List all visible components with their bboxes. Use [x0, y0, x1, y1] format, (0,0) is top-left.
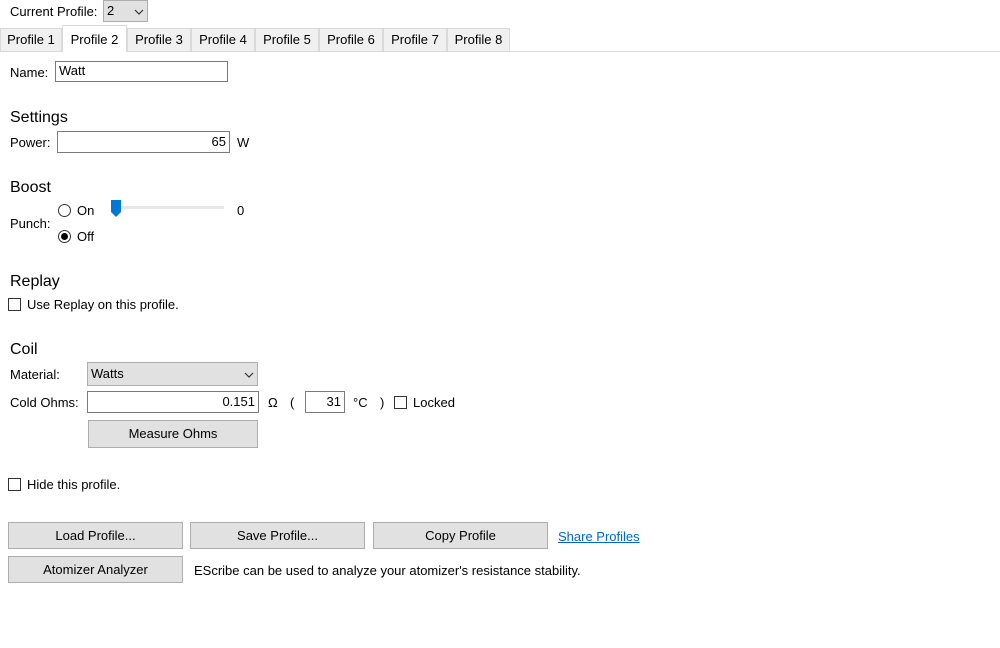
tab-profile-5[interactable]: Profile 5	[255, 28, 319, 51]
chevron-down-icon	[244, 370, 254, 380]
power-input[interactable]: 65	[57, 131, 230, 153]
power-unit: W	[237, 135, 250, 150]
ohm-symbol: Ω	[268, 395, 278, 410]
punch-off-radio[interactable]	[58, 230, 71, 243]
analyzer-note: EScribe can be used to analyze your atom…	[194, 563, 581, 578]
name-label: Name:	[10, 65, 49, 80]
save-profile-button[interactable]: Save Profile...	[190, 522, 365, 549]
punch-on-radio[interactable]	[58, 204, 71, 217]
current-profile-label: Current Profile:	[10, 4, 98, 19]
hide-profile-label: Hide this profile.	[27, 477, 121, 492]
current-profile-select[interactable]: 2	[103, 0, 148, 22]
punch-slider-thumb[interactable]	[111, 200, 121, 217]
locked-checkbox[interactable]	[394, 396, 407, 409]
temperature-unit: °C	[353, 395, 368, 410]
power-label: Power:	[10, 135, 51, 150]
material-label: Material:	[10, 367, 60, 382]
punch-slider-track[interactable]	[112, 206, 224, 209]
material-value: Watts	[91, 366, 124, 381]
close-paren: )	[380, 395, 385, 410]
tab-profile-4[interactable]: Profile 4	[191, 28, 255, 51]
tab-strip-border	[0, 51, 1000, 52]
punch-label: Punch:	[10, 216, 51, 231]
share-profiles-link[interactable]: Share Profiles	[558, 529, 640, 545]
hide-profile-checkbox[interactable]	[8, 478, 21, 491]
settings-heading: Settings	[10, 109, 68, 126]
coil-heading: Coil	[10, 341, 38, 358]
open-paren: (	[290, 395, 295, 410]
cold-ohms-input[interactable]: 0.151	[87, 391, 259, 413]
tab-profile-7[interactable]: Profile 7	[383, 28, 447, 51]
material-dropdown[interactable]: Watts	[87, 362, 258, 386]
name-input[interactable]: Watt	[55, 61, 228, 82]
tab-profile-8[interactable]: Profile 8	[447, 28, 510, 51]
punch-on-label: On	[77, 203, 95, 218]
tab-profile-1[interactable]: Profile 1	[0, 28, 62, 51]
temperature-input[interactable]: 31	[305, 391, 345, 413]
replay-heading: Replay	[10, 273, 60, 290]
cold-ohms-label: Cold Ohms:	[10, 395, 79, 410]
atomizer-analyzer-button[interactable]: Atomizer Analyzer	[8, 556, 183, 583]
tab-profile-2[interactable]: Profile 2	[62, 25, 127, 52]
radio-selected-dot	[61, 233, 68, 240]
locked-label: Locked	[413, 395, 455, 410]
use-replay-checkbox[interactable]	[8, 298, 21, 311]
tab-profile-6[interactable]: Profile 6	[319, 28, 383, 51]
current-profile-value: 2	[107, 3, 115, 18]
measure-ohms-button[interactable]: Measure Ohms	[88, 420, 258, 448]
boost-heading: Boost	[10, 179, 51, 196]
load-profile-button[interactable]: Load Profile...	[8, 522, 183, 549]
use-replay-label: Use Replay on this profile.	[27, 297, 179, 312]
copy-profile-button[interactable]: Copy Profile	[373, 522, 548, 549]
chevron-down-icon	[134, 7, 144, 17]
punch-slider-value: 0	[237, 203, 245, 218]
punch-off-label: Off	[77, 229, 95, 244]
tab-profile-3[interactable]: Profile 3	[127, 28, 191, 51]
